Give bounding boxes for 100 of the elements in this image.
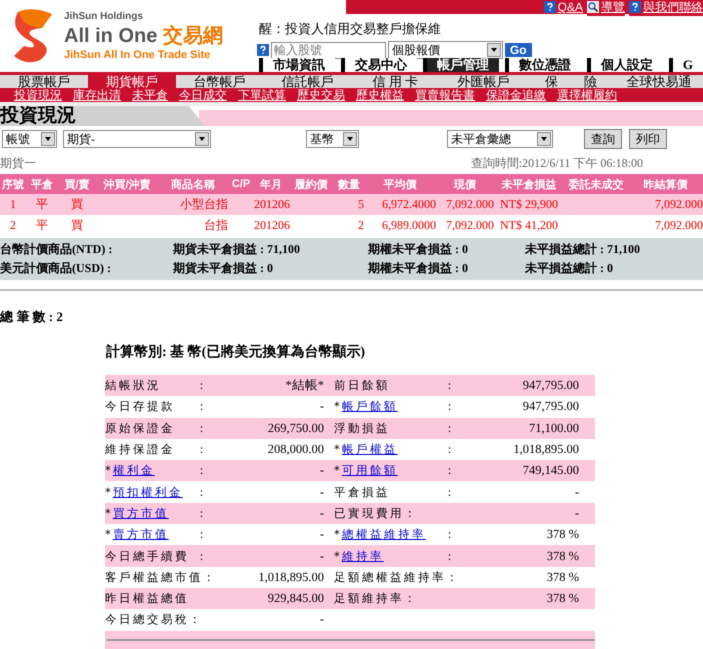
field-link[interactable]: 總權益維持率 [342,527,426,542]
sub-nav-link[interactable]: 今日成交 [179,88,227,102]
field-value: - [318,527,324,542]
field-value: 1,018,895.00 [257,570,324,585]
brand-name: All in One 交易網 [64,24,223,49]
field-link[interactable]: 賣方市值 [112,527,169,542]
field-label: 昨日權益總值 [105,591,189,606]
colon: ： [196,442,208,458]
sub-nav-link[interactable]: 投資現況 [14,88,62,102]
field-value: - [318,399,324,414]
sub-nav-link[interactable]: 未平倉 [132,88,168,102]
search-icon [587,1,599,13]
colon: ： [196,484,208,500]
account-type-select[interactable]: 帳號 [2,130,57,148]
currency-select[interactable]: 基幣 [306,130,359,148]
table-cell: 買 [71,197,83,211]
colon: ： [444,378,456,394]
sub-nav-link[interactable]: 下單試算 [238,88,286,102]
asterisk-mark: * [334,527,342,542]
field-link[interactable]: 買方市值 [112,506,169,520]
table-cell: 5 [358,197,364,211]
help-icon [544,1,556,13]
table-cell: 7,092.000 [446,218,494,232]
quote-select[interactable]: 個股報價 [388,41,503,59]
sub-nav-link[interactable]: 歷史權益 [356,88,404,102]
column-header: 平均價 [364,174,436,194]
column-header: 履約價 [288,174,334,194]
summary-text: 台幣計價商品(NTD) : [0,241,114,258]
field-link[interactable]: 維持率 [342,548,384,563]
field-value: - [318,506,324,521]
table-cell: 買 [71,218,83,232]
table-cell: 2 [358,218,364,232]
sub-nav-link[interactable]: 庫存出清 [73,88,121,102]
main-tab[interactable]: 交易中心 [340,58,417,72]
column-header: 序號 [0,174,26,194]
field-value: 749,145.00 [522,463,579,478]
stock-input[interactable]: 輸入股號 [270,42,386,58]
asterisk-mark: * [105,527,113,542]
sub-nav-link[interactable]: 選擇權履約 [557,88,617,102]
go-button[interactable]: Go [504,43,532,57]
table-cell: 平 [36,218,48,232]
sub-nav-link[interactable]: 買賣報告書 [415,88,475,102]
field-label: 今日存提款 [105,399,175,414]
field-link[interactable]: 帳戶餘額 [342,399,398,414]
asterisk-mark: * [334,548,342,563]
column-header: 年月 [254,174,288,194]
view-select[interactable]: 未平倉彙總 [447,130,553,148]
field-link[interactable]: 權利金 [112,463,155,478]
field-label: 今日總交易稅： [105,612,203,626]
table-cell: 201206 [254,197,290,211]
field-link[interactable]: 帳戶權益 [342,442,398,456]
total-count: 總 筆 數 : 2 [0,308,64,326]
field-label: 浮動損益 [334,420,390,435]
field-link[interactable]: 預扣權利金 [112,484,183,499]
query-time: 查詢時間:2012/6/11 下午 06:18:00 [470,154,643,172]
field-value: - [574,506,579,521]
query-button[interactable]: 查詢 [584,129,622,149]
colon: ： [196,399,208,414]
account-select[interactable]: 期貨- [63,130,211,148]
table-cell: 小型台指 [180,197,228,211]
print-button[interactable]: 列印 [629,129,667,149]
top-link[interactable]: 與我們聯絡 [629,0,703,16]
colon: ： [196,548,208,564]
field-label: 足額總權益維持率： [334,570,460,584]
help-icon [629,1,641,13]
sub-nav-link[interactable]: 歷史交易 [297,88,345,102]
summary-text: 美元計價商品(USD) : [0,260,112,277]
column-header: 沖買/沖賣 [96,174,158,194]
asterisk-mark: * [105,484,113,499]
colon: ： [444,399,456,414]
field-value: 1,018,895.00 [512,442,579,458]
caret-icon [41,132,55,146]
field-link[interactable]: 可用餘額 [342,463,398,478]
top-link[interactable]: 導覽 [587,0,625,16]
main-tab[interactable]: 帳戶管理 [422,58,499,72]
colon: ： [196,378,208,394]
field-value: 378 % [546,548,579,564]
column-header: 平倉 [26,174,58,194]
column-header: 數量 [334,174,364,194]
summary-text: 期貨未平倉損益 : 0 [173,260,274,277]
caret-icon [195,132,209,146]
help-icon[interactable] [256,44,269,56]
account-tab[interactable]: 期貨帳戶 [88,75,176,88]
field-value: - [318,484,324,500]
field-label: 結帳狀況 [105,378,161,392]
field-value: 947,795.00 [522,399,579,414]
field-label: 已實現費用： [334,506,418,520]
field-value: *結帳* [284,377,324,394]
main-tab[interactable]: 市場資訊 [258,58,335,72]
table-cell: 1 [10,197,16,211]
table-cell: 6,989.0000 [382,218,436,232]
table-cell: NT$ 29,900 [500,197,558,211]
field-value: - [318,612,324,628]
top-link[interactable]: Q&A [544,0,583,14]
summary-text: 期權未平倉損益 : 0 [368,260,469,277]
caret-icon [486,43,501,57]
summary-text: 未平損益總計 : 71,100 [525,241,641,258]
colon: ： [444,548,456,564]
sub-nav-link[interactable]: 保證金追繳 [486,88,546,102]
field-label: 足額維持率： [334,591,418,606]
